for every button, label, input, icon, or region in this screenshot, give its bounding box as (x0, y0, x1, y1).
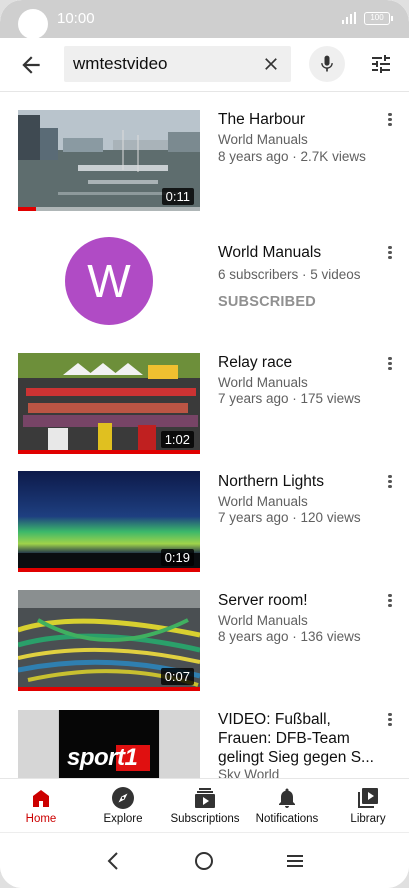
video-duration: 0:19 (160, 549, 194, 566)
channel-name: World Manuals (218, 132, 308, 147)
microphone-icon (321, 55, 333, 72)
video-thumbnail[interactable]: 0:19 (18, 471, 200, 572)
video-meta: 8 years ago · 2.7K views (218, 149, 366, 164)
video-thumbnail[interactable]: 1:02 (18, 353, 200, 454)
system-back-icon[interactable] (106, 851, 120, 871)
video-title[interactable]: Server room! (218, 591, 378, 610)
video-thumbnail[interactable]: 0:07 (18, 590, 200, 691)
nav-explore[interactable]: Explore (97, 779, 149, 833)
library-icon (358, 788, 378, 808)
system-navigation-bar (0, 832, 409, 888)
channel-name: World Manuals (218, 613, 308, 628)
nav-library-label: Library (350, 813, 386, 825)
more-options-icon[interactable] (385, 711, 395, 731)
search-header: wmtestvideo (0, 38, 409, 92)
nav-home[interactable]: Home (16, 779, 66, 833)
status-bar: 10:00 100 (0, 0, 409, 39)
compass-icon (112, 787, 134, 809)
video-meta: 7 years ago · 120 views (218, 510, 361, 525)
video-title[interactable]: The Harbour (218, 110, 378, 129)
more-options-icon[interactable] (385, 592, 395, 612)
system-home-icon[interactable] (194, 851, 214, 871)
battery-icon: 100 (364, 12, 393, 25)
subscribed-button[interactable]: SUBSCRIBED (218, 294, 316, 310)
nav-notifications[interactable]: Notifications (252, 779, 322, 833)
watch-progress-bar (18, 568, 200, 572)
phone-screen: 10:00 100 wmtestvideo 0:11 The Harbour W… (0, 0, 409, 888)
video-title[interactable]: VIDEO: Fußball, Frauen: DFB-Team gelingt… (218, 710, 383, 767)
clear-icon[interactable] (261, 54, 281, 74)
channel-title[interactable]: World Manuals (218, 243, 378, 262)
search-query: wmtestvideo (73, 54, 168, 73)
more-options-icon[interactable] (385, 355, 395, 375)
watch-progress-bar (18, 450, 200, 454)
nav-subscriptions[interactable]: Subscriptions (168, 779, 242, 833)
search-input[interactable]: wmtestvideo (64, 46, 291, 82)
filter-icon[interactable] (369, 52, 393, 76)
video-duration: 0:11 (161, 188, 194, 205)
subscriptions-icon (195, 788, 215, 808)
watch-progress-fill (18, 568, 200, 572)
nav-subscriptions-label: Subscriptions (170, 813, 240, 825)
signal-icon (342, 12, 356, 24)
home-icon (33, 790, 49, 807)
watch-progress-fill (18, 207, 37, 211)
more-options-icon[interactable] (385, 473, 395, 493)
more-options-icon[interactable] (385, 111, 395, 131)
channel-name: World Manuals (218, 494, 308, 509)
video-meta: 8 years ago · 136 views (218, 629, 361, 644)
bell-icon (279, 788, 295, 808)
video-thumbnail[interactable]: 0:11 (18, 110, 200, 211)
channel-meta: 6 subscribers · 5 videos (218, 267, 361, 282)
nav-notifications-label: Notifications (255, 813, 319, 825)
system-menu-icon[interactable] (285, 851, 305, 871)
channel-avatar[interactable]: W (65, 237, 153, 325)
sport1-logo-text: sport1 (67, 744, 138, 771)
nav-library[interactable]: Library (346, 779, 390, 833)
video-duration: 0:07 (160, 668, 194, 685)
channel-name: World Manuals (218, 375, 308, 390)
status-time: 10:00 (57, 10, 95, 27)
bottom-navigation: Home Explore Subscriptions Notifications… (0, 778, 409, 832)
voice-search-button[interactable] (309, 46, 345, 82)
more-options-icon[interactable] (385, 244, 395, 264)
watch-progress-bar (18, 207, 200, 211)
channel-name: Sky World (218, 767, 280, 778)
video-thumbnail[interactable]: sport1 (18, 710, 200, 778)
back-arrow-icon[interactable] (18, 52, 44, 78)
video-duration: 1:02 (160, 431, 194, 448)
video-title[interactable]: Northern Lights (218, 472, 378, 491)
search-results: 0:11 The Harbour World Manuals 8 years a… (0, 93, 409, 778)
nav-home-label: Home (25, 813, 57, 825)
front-camera (18, 9, 48, 39)
nav-explore-label: Explore (103, 813, 143, 825)
video-title[interactable]: Relay race (218, 353, 378, 372)
watch-progress-bar (18, 687, 200, 691)
watch-progress-fill (18, 450, 200, 454)
watch-progress-fill (18, 687, 200, 691)
video-meta: 7 years ago · 175 views (218, 391, 361, 406)
